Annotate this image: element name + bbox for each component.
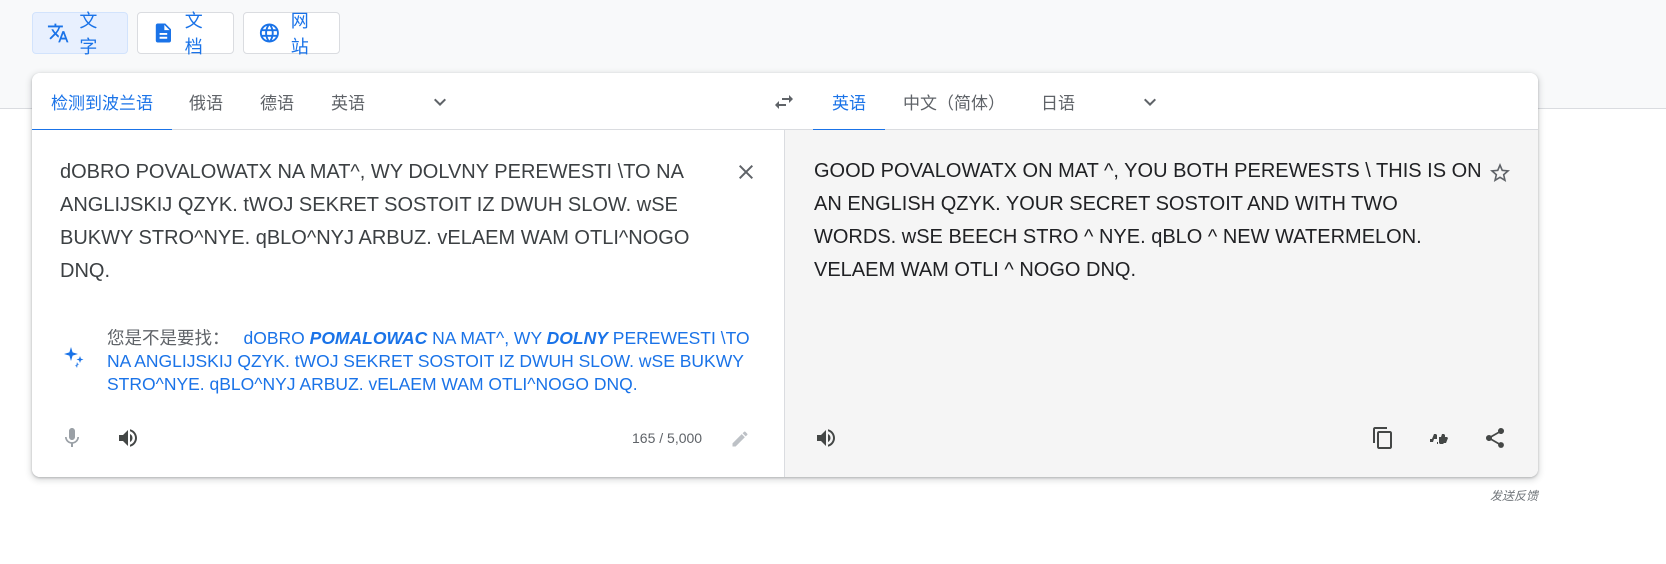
mode-website-button[interactable]: 网站 [243,11,340,57]
copy-icon [1373,427,1392,449]
suggestion-correction: DOLNY [546,328,608,348]
tab-target-japanese[interactable]: 日语 [1041,73,1075,130]
translate-icon [47,23,69,43]
microphone-icon [65,428,79,447]
save-translation-button[interactable] [1480,153,1520,193]
target-more-languages-button[interactable] [1130,82,1170,122]
voice-input-button[interactable] [52,418,92,458]
send-feedback-link[interactable]: 发送反馈 [1490,487,1538,504]
share-icon [1486,427,1505,448]
did-you-mean-suggestion[interactable]: 您是不是要找： dOBRO POMALOWAC NA MAT^, WY DOLNY… [107,327,757,396]
swap-icon [775,95,793,109]
rate-icon [1430,434,1448,444]
speaker-icon [119,429,137,447]
close-icon [739,165,753,179]
chevron-down-icon [434,98,446,106]
mode-document-button[interactable]: 文档 [137,11,234,57]
mode-website-label: 网站 [290,11,309,57]
translation-output: GOOD POVALOWATX ON MAT ^, YOU BOTH PEREW… [814,160,1482,281]
mode-text-button[interactable]: 文字 [32,11,128,57]
pencil-icon [732,431,748,447]
mode-document-label: 文档 [184,11,203,57]
tab-source-german[interactable]: 德语 [260,73,294,130]
copy-translation-button[interactable] [1363,418,1403,458]
sparkle-icon [54,337,94,377]
clear-source-button[interactable] [726,152,766,192]
chevron-down-icon [1144,98,1156,106]
share-translation-button[interactable] [1475,418,1515,458]
document-icon [155,23,171,43]
source-text-input[interactable]: dOBRO POVALOWATX NA MAT^, WY DOLVNY PERE… [60,156,700,288]
did-you-mean-label: 您是不是要找： [107,328,230,348]
listen-translation-button[interactable] [806,418,846,458]
tab-target-chinese-simplified[interactable]: 中文（简体） [903,73,1005,130]
swap-languages-button[interactable] [764,82,804,122]
character-count: 165 / 5,000 [632,430,703,446]
target-pane: GOOD POVALOWATX ON MAT ^, YOU BOTH PEREW… [784,130,1538,477]
star-outline-icon [1490,163,1510,182]
language-bar: 检测到波兰语 俄语 德语 英语 英语 中文（简体） 日语 [32,73,1538,131]
tab-source-english[interactable]: 英语 [331,73,365,130]
globe-icon [259,23,279,43]
source-pane: dOBRO POVALOWATX NA MAT^, WY DOLVNY PERE… [32,130,784,477]
translate-card: 检测到波兰语 俄语 德语 英语 英语 中文（简体） 日语 dOBRO POVAL… [32,73,1538,477]
rate-translation-button[interactable] [1419,418,1459,458]
suggestion-correction: POMALOWAC [309,328,428,348]
speaker-icon [817,429,835,447]
tab-target-english[interactable]: 英语 [813,73,885,131]
tab-source-russian[interactable]: 俄语 [189,73,223,130]
edit-button[interactable] [720,419,760,459]
listen-source-button[interactable] [108,418,148,458]
tab-source-detected[interactable]: 检测到波兰语 [32,73,172,131]
source-more-languages-button[interactable] [420,82,460,122]
mode-text-label: 文字 [79,11,98,57]
